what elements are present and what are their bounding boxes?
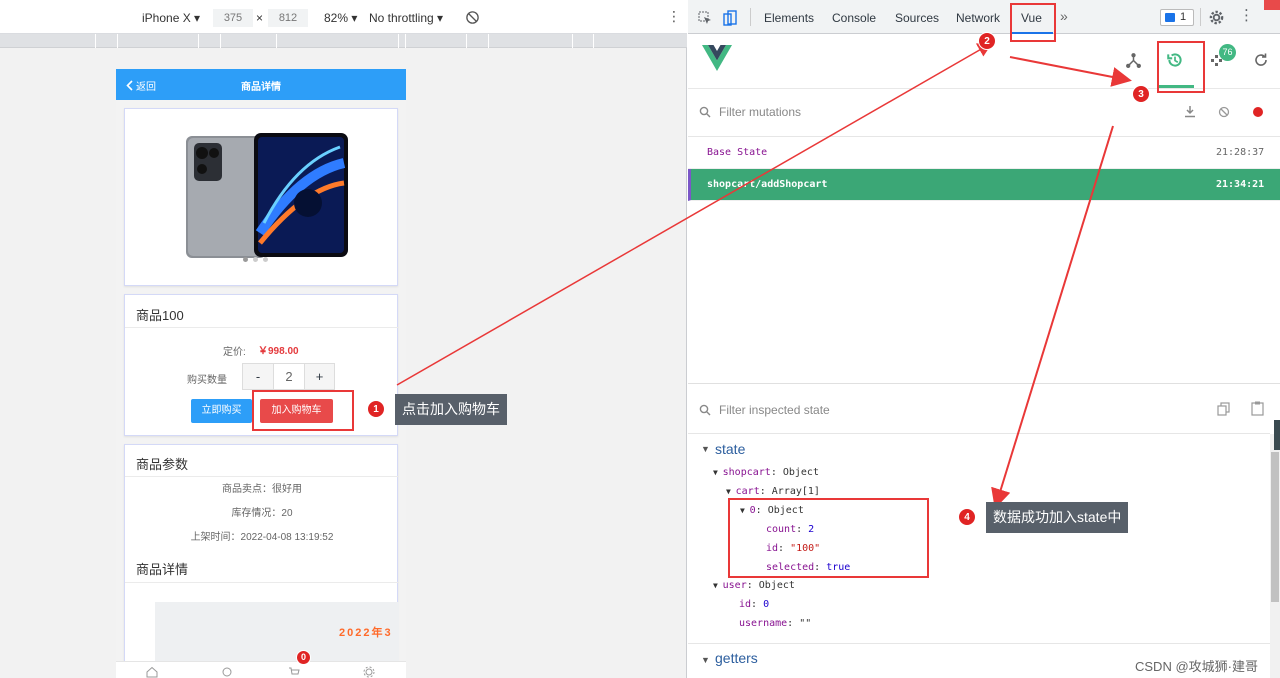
annotation-step-3: 3: [1132, 85, 1150, 103]
zoom-select[interactable]: 82% ▾: [324, 11, 357, 25]
filter-state-input[interactable]: Filter inspected state: [719, 403, 830, 417]
tree-key: user: [722, 580, 747, 591]
product-title: 商品100: [136, 308, 184, 323]
tree-leaf-username: username: "": [739, 618, 812, 629]
product-image-card: [124, 108, 398, 286]
price-value: ￥998.00: [258, 346, 299, 357]
tree-leaf-user-id: id: 0: [739, 599, 770, 610]
annotation-step-2: 2: [978, 32, 996, 50]
sell-point: 商品卖点：很好用: [222, 484, 302, 495]
tab-network[interactable]: Network: [956, 11, 1000, 25]
annotation-step-1: 1: [367, 400, 385, 418]
issues-counter[interactable]: 1: [1160, 9, 1194, 26]
settings-icon[interactable]: [363, 666, 375, 678]
vue-logo: [702, 45, 732, 71]
quantity-stepper: - 2 +: [242, 363, 335, 390]
annotation-tip-4: 数据成功加入state中: [986, 502, 1129, 533]
buy-now-button[interactable]: 立即购买: [191, 399, 252, 423]
device-toggle-icon[interactable]: [723, 10, 737, 26]
tree-type: : Object: [770, 467, 819, 478]
tree-node-cart[interactable]: ▼ cart: Array[1]: [726, 486, 820, 497]
tree-node-shopcart[interactable]: ▼ shopcart: Object: [713, 467, 819, 478]
mutation-row[interactable]: Base State 21:28:37: [688, 137, 1280, 169]
quantity-input[interactable]: 2: [274, 364, 304, 389]
paste-icon[interactable]: [1251, 401, 1264, 416]
state-scrollbar[interactable]: [1270, 434, 1280, 678]
height-input[interactable]: 812: [268, 9, 308, 27]
device-select[interactable]: iPhone X ▾: [142, 11, 200, 25]
quantity-plus-button[interactable]: +: [304, 364, 334, 389]
components-icon[interactable]: [1125, 52, 1142, 69]
rotate-icon[interactable]: [465, 10, 480, 28]
highlight-history-icon: [1157, 41, 1205, 93]
device-name: iPhone X: [142, 11, 191, 25]
tab-bar: 0: [116, 650, 406, 678]
more-options-icon[interactable]: ⋮: [667, 9, 681, 23]
refresh-icon[interactable]: [1253, 52, 1269, 68]
zoom-value: 82%: [324, 11, 349, 25]
mutation-time: 21:34:21: [1216, 179, 1265, 190]
search-icon: [699, 106, 711, 118]
category-icon[interactable]: [221, 666, 233, 678]
tab-sources[interactable]: Sources: [895, 11, 939, 25]
tree-key: shopcart: [722, 467, 771, 478]
dimension-separator: ×: [256, 11, 264, 25]
inspect-element-icon[interactable]: [698, 11, 712, 25]
mutation-row-selected[interactable]: shopcart/addShopcart 21:34:21: [688, 169, 1280, 201]
width-input[interactable]: 375: [213, 9, 253, 27]
cart-count-badge: 0: [296, 650, 311, 665]
copy-icon[interactable]: [1217, 402, 1230, 416]
release-time: 上架时间：2022-04-08 13:19:52: [190, 532, 334, 543]
tab-elements[interactable]: Elements: [764, 11, 814, 25]
highlight-add-to-cart: [252, 390, 354, 431]
home-icon[interactable]: [146, 666, 158, 678]
tree-type: : Object: [746, 580, 795, 591]
highlight-vue-tab: [1010, 3, 1056, 42]
annotation-step-4: 4: [958, 508, 976, 526]
throttle-select[interactable]: No throttling ▾: [369, 11, 443, 25]
device-emulator-pane: iPhone X ▾ 375 × 812 82% ▾ No throttling…: [0, 0, 687, 678]
screenshot: iPhone X ▾ 375 × 812 82% ▾ No throttling…: [0, 0, 1280, 678]
nav-title: 商品详情: [241, 82, 281, 93]
quantity-label: 购买数量: [187, 375, 227, 386]
detail-title: 商品详情: [136, 562, 189, 577]
highlight-state-object: [728, 498, 929, 578]
tab-console[interactable]: Console: [832, 11, 876, 25]
more-tabs-button[interactable]: »: [1060, 8, 1068, 24]
filter-mutations-input[interactable]: Filter mutations: [719, 105, 801, 119]
mutation-name: Base State: [707, 147, 768, 158]
clear-icon[interactable]: [1218, 106, 1230, 118]
tree-type: : Array[1]: [759, 486, 820, 497]
search-icon: [699, 404, 711, 416]
banner-text: 2022年3: [339, 627, 393, 639]
throttle-value: No throttling: [369, 11, 434, 25]
devtools-menu-icon[interactable]: ⋮: [1239, 8, 1254, 23]
record-icon[interactable]: [1253, 107, 1263, 117]
issues-count: 1: [1180, 11, 1187, 23]
annotation-tip-1: 点击加入购物车: [395, 394, 507, 425]
mutation-time: 21:28:37: [1216, 147, 1265, 158]
cart-icon[interactable]: [288, 666, 300, 678]
getters-section-header[interactable]: getters: [715, 650, 758, 666]
events-count-badge: 76: [1219, 44, 1236, 61]
device-toolbar: iPhone X ▾ 375 × 812 82% ▾ No throttling…: [0, 0, 687, 34]
export-icon[interactable]: [1184, 105, 1196, 118]
stock-info: 库存情况：20: [231, 508, 293, 519]
nav-bar: 返回 商品详情: [116, 69, 406, 100]
quantity-minus-button[interactable]: -: [243, 364, 274, 389]
state-section-header[interactable]: state: [715, 441, 745, 457]
watermark: CSDN @攻城狮·建哥: [1135, 659, 1258, 674]
product-params-card: 商品参数 商品卖点：很好用 库存情况：20 上架时间：2022-04-08 13…: [124, 444, 399, 678]
price-label: 定价:: [223, 347, 246, 358]
tree-node-user[interactable]: ▼ user: Object: [713, 580, 795, 591]
phone-viewport: 返回 商品详情 商品100 定价: ￥998.00 购买数量 - 2 + 立即购…: [116, 69, 406, 678]
settings-gear-icon[interactable]: [1209, 10, 1224, 25]
params-title: 商品参数: [136, 457, 189, 472]
media-query-ruler: [0, 34, 687, 48]
tree-key: cart: [735, 486, 760, 497]
devtools-tabbar: Elements Console Sources Network Vue » 1…: [688, 0, 1280, 34]
product-photo[interactable]: [180, 133, 350, 261]
mutation-name: shopcart/addShopcart: [707, 179, 828, 190]
